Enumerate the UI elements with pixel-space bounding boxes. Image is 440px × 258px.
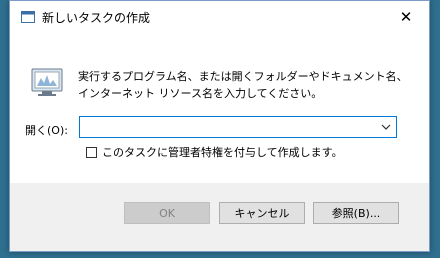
chevron-down-icon	[381, 124, 391, 130]
open-dropdown-button[interactable]	[376, 117, 396, 137]
admin-option[interactable]: このタスクに管理者特権を付与して作成します。	[86, 144, 343, 160]
browse-button[interactable]: 参照(B)...	[313, 202, 399, 224]
open-label: 開く(O):	[25, 124, 68, 137]
description-text: 実行するプログラム名、または開くフォルダーやドキュメント名、インターネット リソ…	[78, 70, 408, 100]
admin-checkbox-label[interactable]: このタスクに管理者特権を付与して作成します。	[102, 144, 343, 160]
window-title: 新しいタスクの作成	[42, 11, 151, 25]
cancel-button[interactable]: キャンセル	[219, 202, 305, 224]
ok-button[interactable]: OK	[124, 202, 210, 224]
close-icon: ✕	[399, 7, 413, 26]
open-input[interactable]	[80, 117, 378, 137]
admin-checkbox[interactable]	[86, 146, 97, 158]
dialog-content: 実行するプログラム名、または開くフォルダーやドキュメント名、インターネット リソ…	[10, 32, 429, 183]
title-bar[interactable]: 新しいタスクの作成 ✕	[10, 1, 429, 32]
run-icon	[31, 68, 63, 96]
run-dialog: 新しいタスクの作成 ✕ 実行するプログラム名、または開くフォルダーやドキュメント…	[9, 0, 430, 252]
app-icon	[21, 11, 35, 23]
open-combobox[interactable]	[79, 116, 397, 138]
close-button[interactable]: ✕	[383, 1, 429, 32]
